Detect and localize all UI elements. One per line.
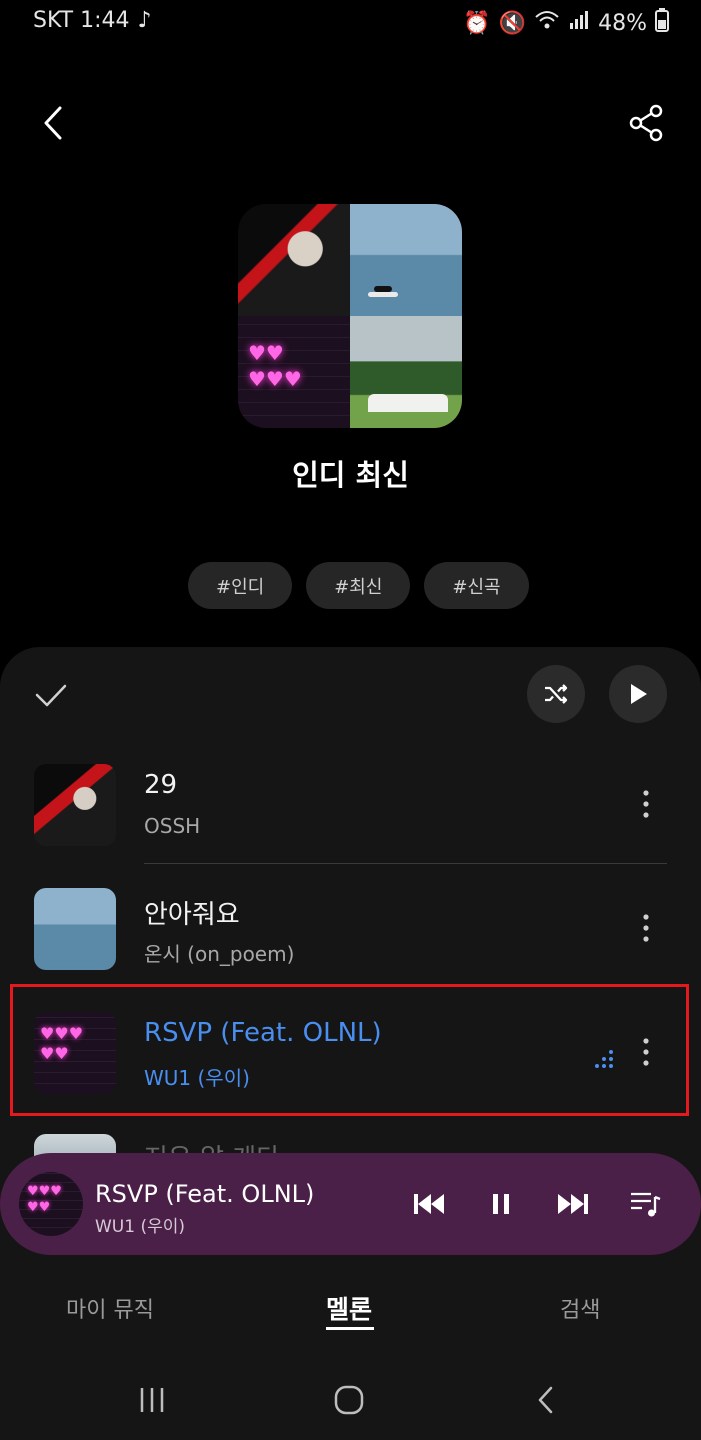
track-row[interactable]: 29 OSSH — [0, 760, 701, 880]
music-note-icon: ♪ — [137, 8, 152, 33]
mini-player-title: RSVP (Feat. OLNL) — [95, 1180, 315, 1208]
skip-previous-icon — [414, 1194, 444, 1214]
cover-tile-sea — [350, 204, 462, 316]
share-button[interactable] — [626, 102, 668, 144]
play-all-button[interactable] — [609, 665, 667, 723]
track-title: RSVP (Feat. OLNL) — [144, 1018, 382, 1048]
battery-icon — [655, 8, 669, 38]
bottom-nav: 마이 뮤직 멜론 검색 — [0, 1282, 701, 1342]
tag-chip[interactable]: #최신 — [306, 562, 411, 609]
home-button[interactable] — [327, 1378, 371, 1422]
next-button[interactable] — [552, 1183, 594, 1225]
queue-music-icon — [631, 1192, 661, 1217]
playlist-title: 인디 최신 — [292, 458, 409, 492]
check-icon — [35, 684, 67, 707]
share-icon — [629, 104, 663, 142]
more-options-button[interactable] — [632, 910, 660, 946]
alarm-icon: ⏰ — [463, 10, 491, 36]
more-vertical-icon — [643, 790, 649, 818]
system-nav-bar — [0, 1360, 701, 1440]
previous-button[interactable] — [408, 1183, 450, 1225]
mute-icon: 🔇 — [498, 10, 527, 36]
shuffle-button[interactable] — [527, 665, 585, 723]
back-button[interactable] — [36, 100, 76, 146]
playlist-cover — [238, 204, 462, 428]
now-playing-equalizer-icon — [592, 1044, 618, 1070]
track-thumbnail — [34, 888, 116, 970]
mini-player-artist: WU1 (우이) — [95, 1217, 186, 1237]
tag-list: #인디 #최신 #신곡 — [188, 562, 529, 609]
home-icon — [334, 1385, 364, 1415]
track-artist: 온시 (on_poem) — [144, 942, 295, 966]
nav-tab-melon[interactable]: 멜론 — [326, 1290, 372, 1326]
shuffle-icon — [545, 684, 568, 704]
more-options-button[interactable] — [632, 1034, 660, 1070]
chevron-left-icon — [538, 1386, 553, 1414]
status-carrier-time: SKT 1:44 — [33, 8, 130, 33]
neon-art: ♥♥♥ ♥♥ — [27, 1184, 62, 1215]
battery-level: 48% — [598, 10, 647, 36]
nav-tab-my-music[interactable]: 마이 뮤직 — [66, 1292, 154, 1324]
neon-art: ♥♥♥ ♥♥ — [40, 1024, 84, 1063]
signal-icon — [568, 9, 590, 37]
tag-chip[interactable]: #인디 — [188, 562, 293, 609]
tag-chip[interactable]: #신곡 — [424, 562, 529, 609]
cover-tile-field — [350, 316, 462, 428]
track-divider — [144, 863, 667, 864]
track-artist: WU1 (우이) — [144, 1066, 250, 1090]
mini-player-album-art: ♥♥♥ ♥♥ — [19, 1172, 83, 1236]
nav-tab-search[interactable]: 검색 — [560, 1292, 600, 1324]
playlist-queue-button[interactable] — [624, 1183, 666, 1225]
select-button[interactable] — [32, 676, 70, 714]
pause-button[interactable] — [480, 1183, 522, 1225]
active-tab-indicator — [326, 1327, 374, 1330]
track-thumbnail: ♥♥♥ ♥♥ — [34, 1012, 116, 1094]
status-bar: SKT 1:44 ♪ ⏰ 🔇 48% — [0, 0, 701, 44]
back-arrow-icon — [44, 106, 62, 140]
more-vertical-icon — [643, 914, 649, 942]
track-title: 안아줘요 — [144, 900, 240, 930]
track-thumbnail — [34, 764, 116, 846]
more-options-button[interactable] — [632, 786, 660, 822]
pause-icon — [493, 1194, 509, 1214]
track-artist: OSSH — [144, 814, 201, 838]
recent-apps-icon — [140, 1388, 164, 1412]
wifi-icon — [534, 9, 560, 37]
system-back-button[interactable] — [524, 1378, 568, 1422]
cover-tile-rsvp — [238, 316, 350, 428]
more-vertical-icon — [643, 1038, 649, 1066]
play-icon — [631, 684, 647, 704]
track-title: 29 — [144, 770, 178, 800]
skip-next-icon — [558, 1194, 588, 1214]
recent-apps-button[interactable] — [130, 1378, 174, 1422]
track-row-playing[interactable]: ♥♥♥ ♥♥ RSVP (Feat. OLNL) WU1 (우이) — [0, 1008, 701, 1128]
mini-player[interactable]: ♥♥♥ ♥♥ RSVP (Feat. OLNL) WU1 (우이) — [0, 1153, 701, 1255]
cover-tile-29 — [238, 204, 350, 316]
track-row[interactable]: 안아줘요 온시 (on_poem) — [0, 884, 701, 1004]
